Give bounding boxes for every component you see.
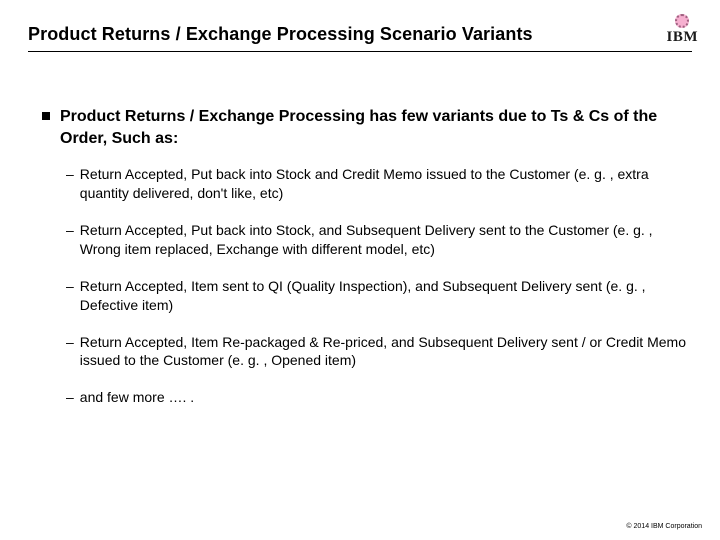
list-item-text: Return Accepted, Item Re-packaged & Re-p… <box>80 333 688 371</box>
list-item: – and few more …. . <box>66 388 688 407</box>
page-title: Product Returns / Exchange Processing Sc… <box>28 20 692 45</box>
dash-bullet-icon: – <box>66 221 74 240</box>
list-item: – Return Accepted, Item sent to QI (Qual… <box>66 277 688 315</box>
list-item-text: and few more …. . <box>80 388 688 407</box>
dash-bullet-icon: – <box>66 388 74 407</box>
lead-bullet: Product Returns / Exchange Processing ha… <box>36 106 688 149</box>
square-bullet-icon <box>42 112 50 120</box>
ibm-logo: IBM <box>667 14 699 45</box>
slide-body: Product Returns / Exchange Processing ha… <box>28 66 692 407</box>
list-item-text: Return Accepted, Put back into Stock, an… <box>80 221 688 259</box>
list-item: – Return Accepted, Item Re-packaged & Re… <box>66 333 688 371</box>
header-rule <box>28 51 692 52</box>
slide-container: Product Returns / Exchange Processing Sc… <box>0 0 720 540</box>
dash-bullet-icon: – <box>66 277 74 296</box>
sub-bullet-list: – Return Accepted, Put back into Stock a… <box>36 165 688 407</box>
dash-bullet-icon: – <box>66 333 74 352</box>
list-item-text: Return Accepted, Item sent to QI (Qualit… <box>80 277 688 315</box>
list-item: – Return Accepted, Put back into Stock, … <box>66 221 688 259</box>
logo-text: IBM <box>667 30 699 45</box>
slide-header: Product Returns / Exchange Processing Sc… <box>28 20 692 66</box>
list-item-text: Return Accepted, Put back into Stock and… <box>80 165 688 203</box>
dash-bullet-icon: – <box>66 165 74 184</box>
lead-text: Product Returns / Exchange Processing ha… <box>60 106 688 149</box>
list-item: – Return Accepted, Put back into Stock a… <box>66 165 688 203</box>
footer-copyright: © 2014 IBM Corporation <box>626 523 702 530</box>
logo-ornament-icon <box>675 14 689 28</box>
